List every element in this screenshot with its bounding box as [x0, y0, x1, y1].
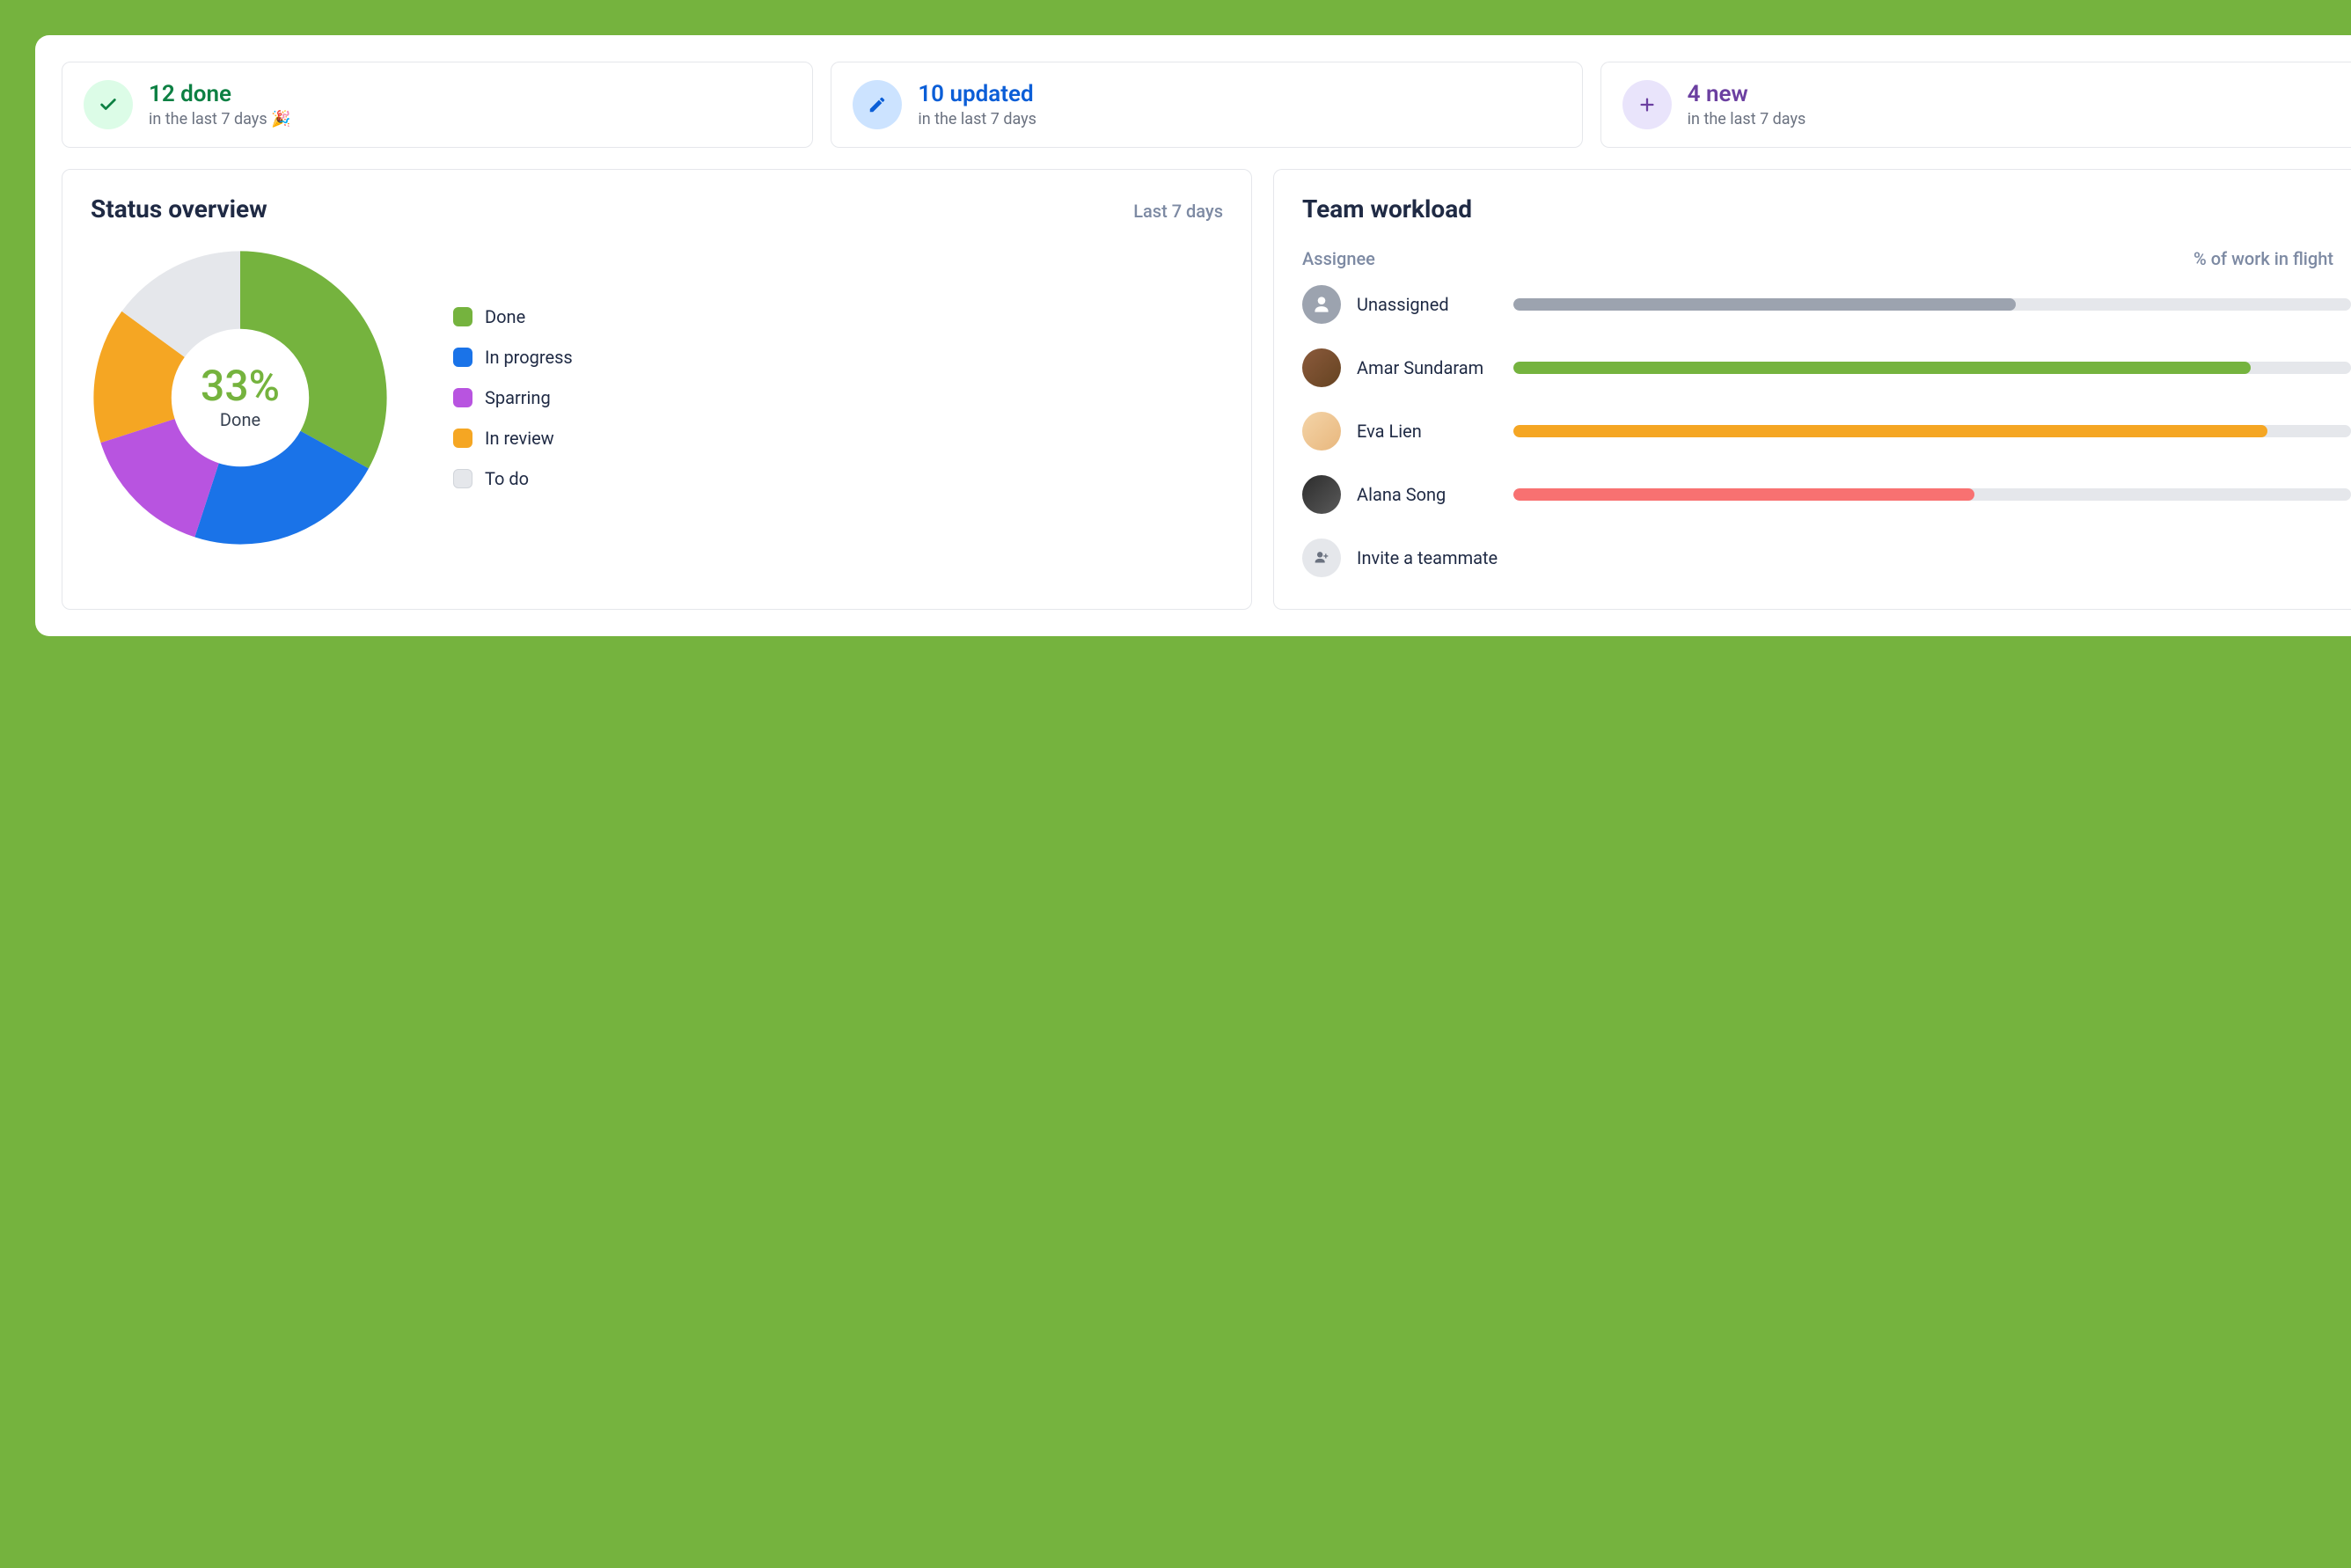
team-workload-panel: Team workload Assignee % of work in flig…: [1273, 169, 2351, 610]
stat-updated-title: 10 updated: [918, 81, 1036, 108]
pencil-icon: [853, 80, 902, 129]
workload-assignee-name: Amar Sundaram: [1357, 357, 1498, 378]
stat-done-subtitle: in the last 7 days 🎉: [149, 110, 290, 128]
workload-bar: [1513, 488, 2351, 501]
workload-row[interactable]: Eva Lien: [1302, 412, 2351, 451]
legend-swatch: [453, 469, 472, 488]
stat-card-done[interactable]: 12 done in the last 7 days 🎉: [62, 62, 813, 148]
stat-done-title: 12 done: [149, 81, 290, 108]
workload-percent-header: % of work in flight: [2194, 248, 2333, 269]
workload-assignee-name: Unassigned: [1357, 294, 1498, 315]
stat-card-updated[interactable]: 10 updated in the last 7 days: [831, 62, 1582, 148]
legend-label: Sparring: [485, 387, 551, 408]
legend-label: To do: [485, 468, 529, 489]
check-icon: [84, 80, 133, 129]
stat-cards-row: 12 done in the last 7 days 🎉 10 updated …: [62, 62, 2351, 148]
status-overview-title: Status overview: [91, 194, 267, 223]
status-donut-chart[interactable]: 33% Done: [91, 248, 390, 547]
avatar: [1302, 412, 1341, 451]
workload-row[interactable]: Unassigned: [1302, 285, 2351, 324]
legend-label: In review: [485, 428, 554, 449]
workload-assignee-name: Eva Lien: [1357, 421, 1498, 442]
legend-item[interactable]: Sparring: [453, 387, 573, 408]
add-person-icon: [1302, 539, 1341, 577]
workload-bar: [1513, 298, 2351, 311]
workload-assignee-header: Assignee: [1302, 248, 1375, 269]
person-icon: [1302, 285, 1341, 324]
workload-bar-fill: [1513, 298, 2016, 311]
status-overview-period: Last 7 days: [1133, 201, 1223, 222]
invite-teammate-label: Invite a teammate: [1357, 547, 1498, 568]
workload-list: Unassigned Amar Sundaram Eva Lien Alana Son…: [1302, 285, 2351, 577]
legend-label: Done: [485, 306, 525, 327]
workload-bar-fill: [1513, 425, 2267, 437]
stat-new-subtitle: in the last 7 days: [1688, 110, 1806, 128]
legend-item[interactable]: In progress: [453, 347, 573, 368]
status-overview-panel: Status overview Last 7 days 33% Done Don…: [62, 169, 1252, 610]
workload-bar-fill: [1513, 362, 2251, 374]
legend-label: In progress: [485, 347, 573, 368]
panels-row: Status overview Last 7 days 33% Done Don…: [62, 169, 2351, 610]
stat-updated-subtitle: in the last 7 days: [918, 110, 1036, 128]
workload-row[interactable]: Amar Sundaram: [1302, 348, 2351, 387]
status-legend: Done In progress Sparring In review To do: [453, 306, 573, 489]
donut-center-label: Done: [220, 409, 260, 430]
stat-new-title: 4 new: [1688, 81, 1806, 108]
workload-row[interactable]: Alana Song: [1302, 475, 2351, 514]
donut-center-percent: 33%: [201, 365, 280, 407]
workload-bar: [1513, 425, 2351, 437]
invite-teammate-button[interactable]: Invite a teammate: [1302, 539, 2351, 577]
workload-assignee-name: Alana Song: [1357, 484, 1498, 505]
legend-item[interactable]: In review: [453, 428, 573, 449]
workload-bar: [1513, 362, 2351, 374]
team-workload-title: Team workload: [1302, 194, 1472, 223]
dashboard: 12 done in the last 7 days 🎉 10 updated …: [35, 35, 2351, 636]
legend-swatch: [453, 307, 472, 326]
avatar: [1302, 475, 1341, 514]
legend-item[interactable]: To do: [453, 468, 573, 489]
legend-item[interactable]: Done: [453, 306, 573, 327]
legend-swatch: [453, 429, 472, 448]
workload-bar-fill: [1513, 488, 1974, 501]
legend-swatch: [453, 348, 472, 367]
plus-icon: [1622, 80, 1672, 129]
avatar: [1302, 348, 1341, 387]
stat-card-new[interactable]: 4 new in the last 7 days: [1600, 62, 2351, 148]
legend-swatch: [453, 388, 472, 407]
